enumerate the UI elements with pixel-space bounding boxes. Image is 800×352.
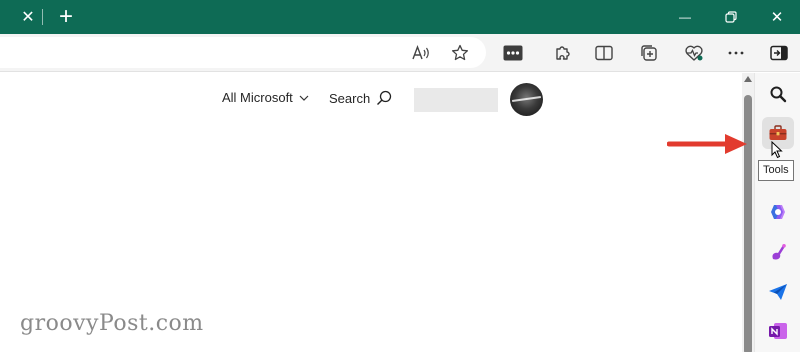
search-icon [770, 86, 787, 103]
minimize-glyph: — [679, 10, 691, 24]
annotation-arrow [667, 134, 747, 154]
collections-icon [641, 45, 657, 61]
minimize-button[interactable]: — [665, 0, 705, 34]
toolbox-icon [769, 125, 787, 140]
more-dots-icon [728, 51, 744, 55]
puzzle-icon [556, 46, 570, 60]
split-screen-button[interactable] [590, 39, 618, 67]
close-tab-button[interactable]: ✕ [16, 0, 40, 34]
tools-tooltip: Tools [758, 160, 794, 181]
sidebar-toggle-icon [770, 45, 788, 61]
sidebar-designer-button[interactable] [762, 236, 794, 268]
split-screen-icon [595, 45, 613, 61]
hide-sidebar-button[interactable] [765, 39, 793, 67]
restore-button[interactable] [711, 0, 751, 34]
dots-extension-icon [503, 45, 523, 61]
designer-icon [772, 244, 786, 260]
extensions-button[interactable] [549, 39, 577, 67]
all-microsoft-menu[interactable]: All Microsoft [222, 90, 309, 105]
browser-essentials-button[interactable] [680, 39, 708, 67]
sidebar-copilot-button[interactable] [762, 196, 794, 228]
sidebar-onenote-button[interactable] [762, 315, 794, 347]
star-icon [451, 44, 469, 61]
chevron-down-icon [299, 95, 309, 101]
title-bar: ✕ + — ✕ [0, 0, 800, 34]
new-tab-glyph: + [58, 3, 73, 30]
sidebar-search-button[interactable] [762, 78, 794, 110]
search-label: Search [329, 90, 371, 106]
read-aloud-icon [412, 45, 429, 60]
all-microsoft-label: All Microsoft [222, 90, 293, 105]
avatar[interactable] [510, 83, 543, 116]
tab-separator [42, 9, 43, 25]
settings-more-button[interactable] [722, 39, 750, 67]
favorite-button[interactable] [446, 39, 474, 67]
vertical-scrollbar[interactable] [742, 73, 754, 352]
copilot-icon [771, 205, 785, 219]
edge-sidebar [754, 73, 800, 352]
mouse-cursor-icon [771, 141, 783, 159]
scroll-up-arrow[interactable] [744, 76, 752, 82]
close-tab-glyph: ✕ [21, 9, 35, 26]
search-button[interactable]: Search [329, 90, 392, 106]
send-paper-plane-icon [769, 284, 787, 300]
page-content: All Microsoft Search groovyPost.com [0, 73, 742, 352]
close-window-glyph: ✕ [770, 9, 784, 26]
new-tab-button[interactable]: + [54, 0, 78, 34]
close-window-button[interactable]: ✕ [757, 0, 797, 34]
read-aloud-button[interactable] [407, 39, 435, 67]
collections-button[interactable] [635, 39, 663, 67]
search-icon [377, 90, 392, 105]
account-name-placeholder[interactable] [414, 88, 498, 112]
browser-toolbar [0, 34, 800, 72]
extension-button[interactable] [499, 39, 527, 67]
heart-pulse-icon [685, 45, 703, 61]
sidebar-drop-button[interactable] [762, 276, 794, 308]
watermark: groovyPost.com [20, 311, 204, 336]
restore-icon [725, 11, 737, 23]
onenote-icon [769, 323, 787, 339]
